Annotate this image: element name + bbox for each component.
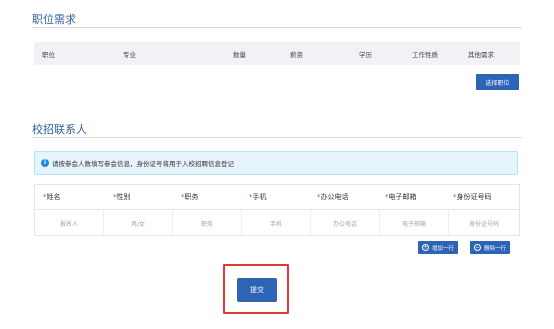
contact-section-title: 校招联系人 xyxy=(32,123,87,136)
contact-table-header: * 姓名 * 性别 * 职务 * 手机 * 办公电话 * 电子邮箱 * 身份证号码 xyxy=(35,185,519,210)
col-major: 专业 xyxy=(123,50,136,59)
cell-divider xyxy=(172,210,173,236)
cell-divider xyxy=(379,210,380,236)
position-section-divider xyxy=(32,27,522,28)
info-notice: i 请按参会人数填写参会信息，身份证号将用于入校招聘信息登记 xyxy=(34,151,518,175)
cell-divider xyxy=(448,210,449,236)
name-input[interactable]: 报名人 xyxy=(35,210,103,236)
col-quantity: 数量 xyxy=(233,50,246,59)
select-position-button[interactable]: 选择职位 xyxy=(476,74,519,90)
col-office-phone: * 办公电话 xyxy=(317,193,349,201)
contact-table-row: 报名人 男/女 职务 手机 办公电话 电子邮箱 身份证号码 xyxy=(35,210,519,236)
col-education: 学历 xyxy=(359,50,372,59)
info-icon: i xyxy=(41,159,49,167)
col-title: * 职务 xyxy=(181,193,199,201)
col-salary: 薪资 xyxy=(290,50,303,59)
col-job-type: 工作性质 xyxy=(412,50,438,59)
col-position: 职位 xyxy=(42,50,55,59)
col-mobile: * 手机 xyxy=(249,193,267,201)
position-section-title: 职位需求 xyxy=(32,13,76,26)
submit-button[interactable]: 提交 xyxy=(237,278,277,302)
minus-circle-icon: − xyxy=(474,244,481,251)
col-gender: * 性别 xyxy=(113,193,131,201)
add-row-button[interactable]: + 增加一行 xyxy=(418,241,459,254)
office-phone-input[interactable]: 办公电话 xyxy=(311,210,379,236)
col-email: * 电子邮箱 xyxy=(385,193,417,201)
position-table-header: 职位 专业 数量 薪资 学历 工作性质 其他需求 xyxy=(34,42,520,65)
delete-row-button[interactable]: − 删除一行 xyxy=(470,241,511,254)
col-id-number: * 身份证号码 xyxy=(453,193,492,201)
add-row-label: 增加一行 xyxy=(432,245,455,252)
notice-text: 请按参会人数填写参会信息，身份证号将用于入校招聘信息登记 xyxy=(52,160,234,168)
contact-section-divider xyxy=(32,137,522,138)
delete-row-label: 删除一行 xyxy=(484,245,507,252)
cell-divider xyxy=(241,210,242,236)
col-name: * 姓名 xyxy=(43,193,61,201)
cell-divider xyxy=(310,210,311,236)
title-input[interactable]: 职务 xyxy=(173,210,241,236)
mobile-input[interactable]: 手机 xyxy=(242,210,310,236)
cell-divider xyxy=(103,210,104,236)
plus-circle-icon: + xyxy=(422,244,429,251)
email-input[interactable]: 电子邮箱 xyxy=(380,210,448,236)
id-number-input[interactable]: 身份证号码 xyxy=(449,210,519,236)
gender-input[interactable]: 男/女 xyxy=(104,210,172,236)
col-other-requirements: 其他需求 xyxy=(468,50,494,59)
contact-table: * 姓名 * 性别 * 职务 * 手机 * 办公电话 * 电子邮箱 * 身份证号码 报名人 男… xyxy=(34,184,520,236)
